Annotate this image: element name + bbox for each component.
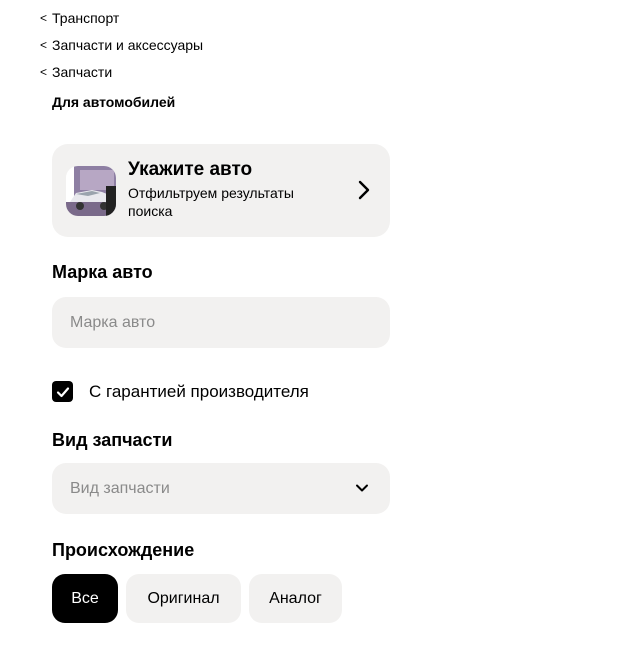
brand-field[interactable] — [52, 297, 390, 348]
breadcrumb-parts-accessories[interactable]: < Запчасти и аксессуары — [40, 36, 203, 54]
warranty-label: С гарантией производителя — [89, 382, 309, 401]
origin-option-analog[interactable]: Аналог — [249, 574, 342, 623]
origin-option-original[interactable]: Оригинал — [126, 574, 241, 623]
car-card-subtitle: Отфильтруем результаты поиска — [128, 185, 294, 219]
select-car-card[interactable]: Укажите авто Отфильтруем результаты поис… — [52, 144, 390, 237]
chevron-down-icon — [356, 484, 368, 492]
origin-label: Происхождение — [52, 540, 195, 560]
checkmark-icon — [56, 386, 69, 397]
part-type-select[interactable]: Вид запчасти — [52, 463, 390, 514]
chevron-left-icon: < — [40, 65, 48, 79]
warranty-checkbox[interactable] — [52, 381, 73, 402]
chevron-left-icon: < — [40, 11, 48, 25]
breadcrumb-label: Транспорт — [52, 10, 120, 26]
breadcrumb-transport[interactable]: < Транспорт — [40, 9, 119, 27]
breadcrumb-label: Запчасти и аксессуары — [52, 37, 204, 53]
brand-label: Марка авто — [52, 262, 153, 282]
car-card-title: Укажите авто — [128, 159, 253, 180]
breadcrumb-parts[interactable]: < Запчасти — [40, 63, 112, 81]
part-type-placeholder: Вид запчасти — [70, 480, 170, 497]
part-type-label: Вид запчасти — [52, 430, 173, 450]
chevron-left-icon: < — [40, 38, 48, 52]
breadcrumb-label: Запчасти — [52, 64, 113, 80]
brand-input[interactable] — [70, 297, 350, 348]
origin-option-all[interactable]: Все — [52, 574, 118, 623]
current-category: Для автомобилей — [52, 94, 176, 110]
chevron-right-icon — [358, 180, 370, 200]
car-image — [66, 166, 116, 216]
warranty-checkbox-row[interactable]: С гарантией производителя — [52, 381, 309, 402]
